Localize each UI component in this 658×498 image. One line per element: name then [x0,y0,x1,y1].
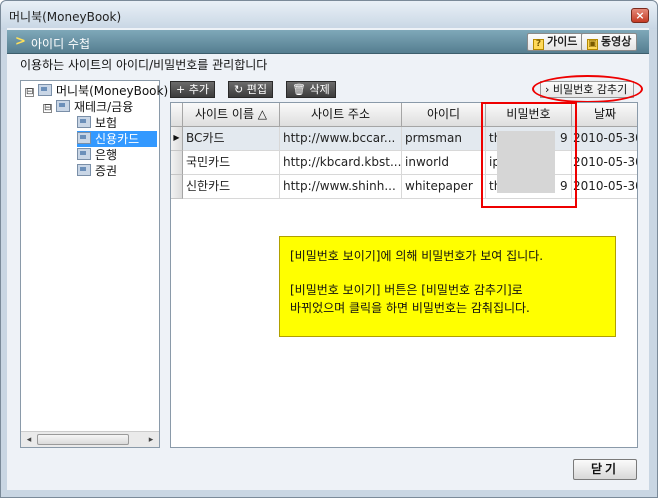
folder-icon [77,116,91,128]
tree-item-finance[interactable]: ⊟ 재테크/금융 [43,99,133,115]
folder-icon [77,148,91,160]
tree-item-moneybook[interactable]: ⊟ 머니북(MoneyBook) [25,83,168,99]
category-tree[interactable]: ⊟ 머니북(MoneyBook) ⊟ 재테크/금융 보험 신용카드 은행 증권 ◂ … [20,80,168,448]
folder-icon [77,164,91,176]
column-header-site-name[interactable]: 사이트 이름 △ [183,103,280,127]
scroll-right-icon[interactable]: ▸ [144,433,158,447]
cell-site-url[interactable]: http://kbcard.kbst... [280,151,402,175]
tree-item-securities[interactable]: 증권 [77,163,117,179]
note-spacer [290,265,615,281]
row-indicator [171,151,183,175]
scroll-left-icon[interactable]: ◂ [22,433,36,447]
instruction-note: [비밀번호 보이기]에 의해 비밀번호가 보여 집니다. [비밀번호 보이기] … [279,236,616,337]
guide-button[interactable]: ? 가이드 [527,33,584,51]
guide-label: 가이드 [547,35,578,48]
section-title: 아이디 수첩 [31,37,91,51]
tree-item-insurance[interactable]: 보험 [77,115,117,131]
page-description: 이용하는 사이트의 아이디/비밀번호를 관리합니다 [20,58,268,72]
password-column-highlight [481,102,577,208]
folder-icon [77,132,91,144]
highlight-oval [532,75,643,103]
refresh-icon: ↻ [234,83,244,96]
note-line-3: 바뀌었으며 클릭을 하면 비밀번호는 감춰집니다. [290,301,530,315]
tree-horizontal-scrollbar[interactable]: ◂ ▸ [21,431,159,447]
cell-id[interactable]: whitepaper [402,175,486,199]
cell-date[interactable]: 2010-05-30 [572,127,637,151]
row-indicator [171,175,183,199]
cell-id[interactable]: prmsman [402,127,486,151]
cell-date[interactable]: 2010-05-30 [572,151,637,175]
tree-item-label: 보험 [95,116,118,130]
cell-site-url[interactable]: http://www.bccar... [280,127,402,151]
edit-button[interactable]: ↻ 편집 [228,81,273,98]
video-label: 동영상 [601,35,632,48]
cell-id[interactable]: inworld [402,151,486,175]
add-button[interactable]: + 추가 [170,81,215,98]
window-close-button[interactable]: × [631,8,649,23]
tree-item-bank[interactable]: 은행 [77,147,117,163]
tree-item-label: 증권 [95,164,118,178]
scrollbar-thumb[interactable] [37,434,129,445]
folder-icon [56,100,70,112]
window-title: 머니북(MoneyBook) [9,10,122,24]
current-row-icon: ▶ [171,127,183,151]
video-icon: ▣ [587,39,598,50]
cell-site-name[interactable]: 국민카드 [183,151,280,175]
title-bar: 머니북(MoneyBook) × [1,1,657,29]
tree-item-label: 머니북(MoneyBook) [56,84,169,98]
cell-site-name[interactable]: 신한카드 [183,175,280,199]
cell-date[interactable]: 2010-05-30 [572,175,637,199]
help-icon: ? [533,39,544,50]
collapse-icon[interactable]: ⊟ [43,104,52,113]
folder-icon [38,84,52,96]
note-line-1: [비밀번호 보이기]에 의해 비밀번호가 보여 집니다. [290,249,544,263]
tree-item-label: 신용카드 [95,132,140,146]
tree-item-label: 은행 [95,148,118,162]
trash-icon: 🗑 [292,83,306,96]
column-header-id[interactable]: 아이디 [402,103,486,127]
cell-site-url[interactable]: http://www.shinh... [280,175,402,199]
video-button[interactable]: ▣ 동영상 [581,33,638,51]
delete-label: 삭제 [309,83,330,96]
row-indicator-header [171,103,183,127]
chevron-right-icon: > [15,34,26,49]
section-header: > 아이디 수첩 ? 가이드 ▣ 동영상 [7,30,649,54]
column-header-date[interactable]: 날짜 [572,103,637,127]
collapse-icon[interactable]: ⊟ [25,88,34,97]
edit-label: 편집 [246,83,267,96]
tree-item-label: 재테크/금융 [74,100,134,114]
tree-item-credit-card[interactable]: 신용카드 [77,131,158,147]
cell-site-name[interactable]: BC카드 [183,127,280,151]
note-line-2: [비밀번호 보이기] 버튼은 [비밀번호 감추기]로 [290,283,523,297]
close-button[interactable]: 닫기 [573,459,637,480]
delete-button[interactable]: 🗑 삭제 [286,81,336,98]
column-header-site-url[interactable]: 사이트 주소 [280,103,402,127]
